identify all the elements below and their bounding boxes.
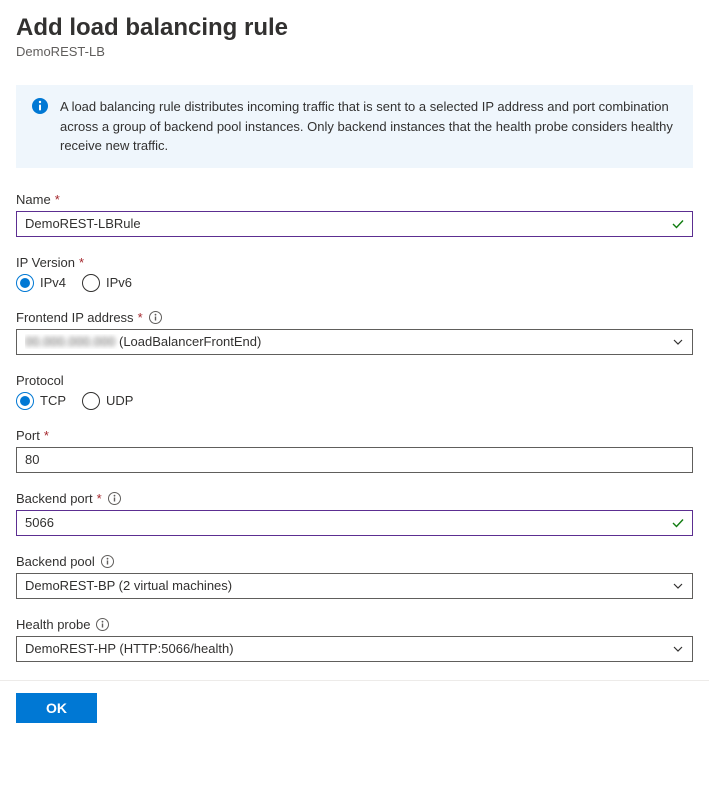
backend-port-label: Backend port*: [16, 491, 693, 506]
help-icon[interactable]: [101, 555, 114, 568]
frontend-ip-select[interactable]: 00.000.000.000 (LoadBalancerFrontEnd): [16, 329, 693, 355]
help-icon[interactable]: [96, 618, 109, 631]
health-probe-label: Health probe: [16, 617, 693, 632]
radio-selected-icon: [16, 274, 34, 292]
port-label: Port*: [16, 428, 693, 443]
port-input[interactable]: [16, 447, 693, 473]
backend-pool-select[interactable]: DemoREST-BP (2 virtual machines): [16, 573, 693, 599]
info-text: A load balancing rule distributes incomi…: [60, 97, 677, 156]
ip-version-ipv6-radio[interactable]: IPv6: [82, 274, 132, 292]
footer-divider: [0, 680, 709, 681]
backend-pool-value: DemoREST-BP (2 virtual machines): [25, 578, 232, 593]
ipv6-radio-label: IPv6: [106, 275, 132, 290]
info-banner: A load balancing rule distributes incomi…: [16, 85, 693, 168]
tcp-radio-label: TCP: [40, 393, 66, 408]
radio-selected-icon: [16, 392, 34, 410]
backend-port-input[interactable]: [16, 510, 693, 536]
ip-version-ipv4-radio[interactable]: IPv4: [16, 274, 66, 292]
help-icon[interactable]: [149, 311, 162, 324]
chevron-down-icon: [672, 336, 684, 348]
health-probe-select[interactable]: DemoREST-HP (HTTP:5066/health): [16, 636, 693, 662]
backend-pool-label: Backend pool: [16, 554, 693, 569]
name-input[interactable]: [16, 211, 693, 237]
chevron-down-icon: [672, 580, 684, 592]
name-label: Name*: [16, 192, 693, 207]
radio-unselected-icon: [82, 392, 100, 410]
protocol-label: Protocol: [16, 373, 693, 388]
ip-version-label: IP Version*: [16, 255, 693, 270]
frontend-ip-value: 00.000.000.000 (LoadBalancerFrontEnd): [25, 334, 261, 349]
health-probe-value: DemoREST-HP (HTTP:5066/health): [25, 641, 234, 656]
chevron-down-icon: [672, 643, 684, 655]
protocol-udp-radio[interactable]: UDP: [82, 392, 133, 410]
udp-radio-label: UDP: [106, 393, 133, 408]
protocol-tcp-radio[interactable]: TCP: [16, 392, 66, 410]
info-icon: [32, 98, 48, 114]
ok-button[interactable]: OK: [16, 693, 97, 723]
frontend-ip-label: Frontend IP address*: [16, 310, 693, 325]
page-subtitle: DemoREST-LB: [16, 44, 693, 59]
radio-unselected-icon: [82, 274, 100, 292]
ipv4-radio-label: IPv4: [40, 275, 66, 290]
page-title: Add load balancing rule: [16, 14, 693, 42]
help-icon[interactable]: [108, 492, 121, 505]
